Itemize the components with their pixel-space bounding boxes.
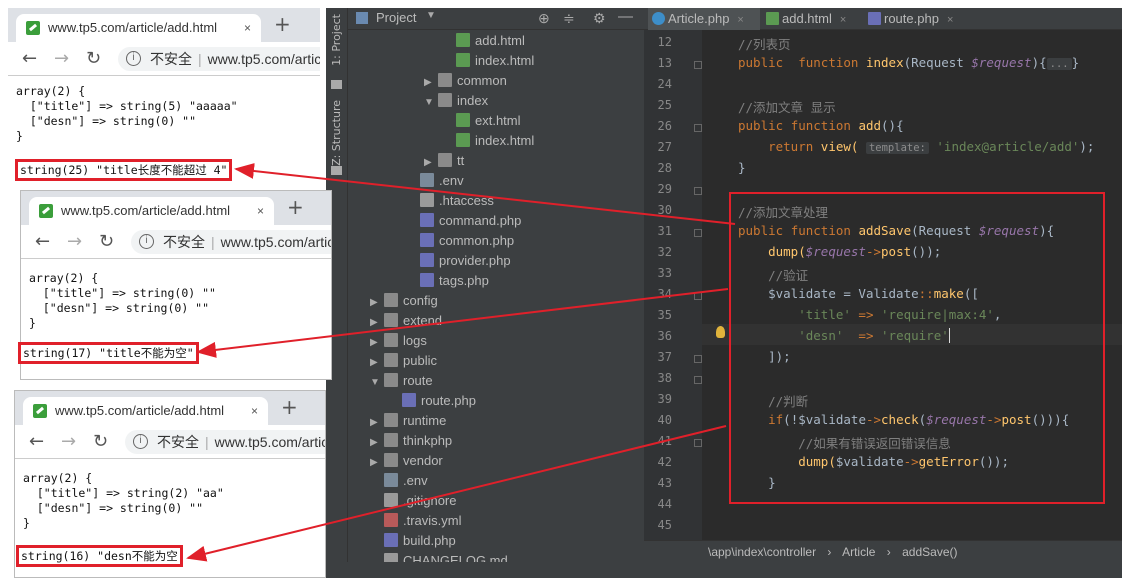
arrow-line-3 bbox=[186, 425, 727, 562]
arrow-line-1 bbox=[234, 163, 736, 225]
annotation-arrows bbox=[186, 163, 736, 562]
arrow-line-2 bbox=[196, 288, 729, 358]
